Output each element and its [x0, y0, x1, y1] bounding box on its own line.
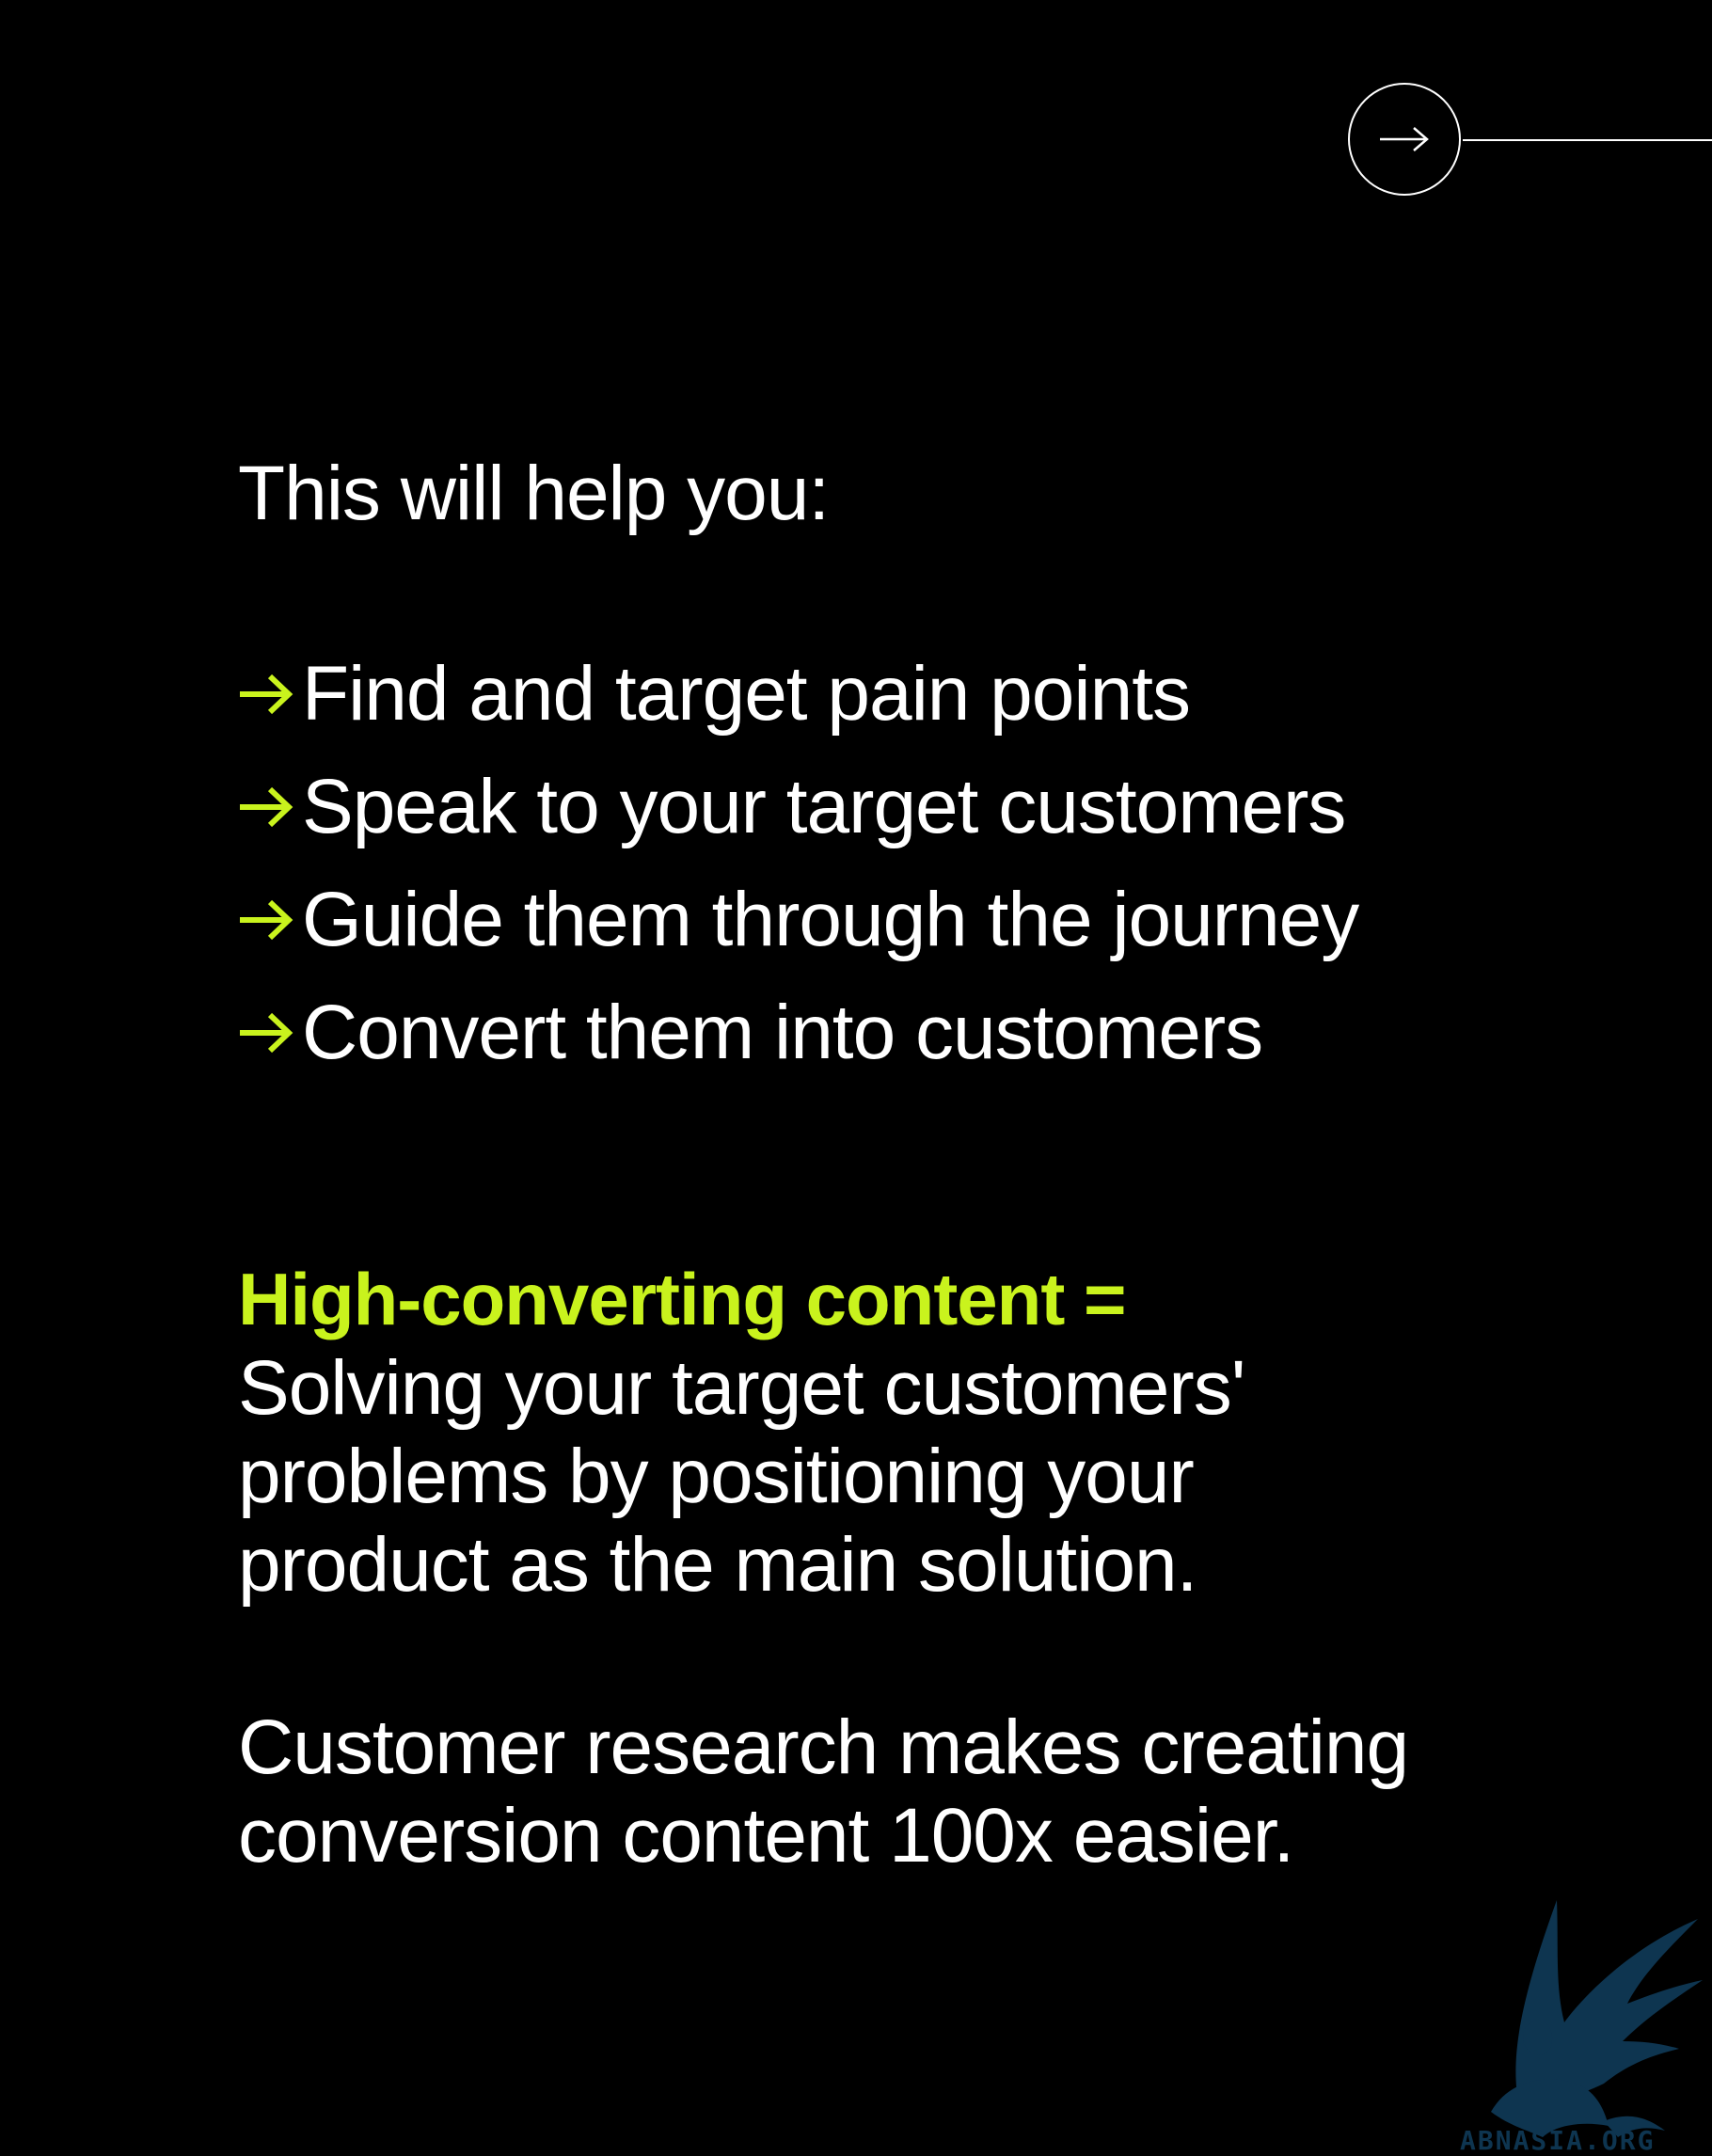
slide-content: This will help you: Find and target pain… [238, 442, 1555, 1880]
closing-statement: Customer research makes creating convers… [238, 1704, 1409, 1879]
griffin-logo-icon [1491, 1900, 1703, 2137]
arrow-right-icon [238, 1009, 302, 1056]
list-item: Speak to your target customers [238, 751, 1555, 864]
arrow-right-icon [238, 671, 302, 718]
list-item: Find and target pain points [238, 638, 1555, 751]
arrow-right-icon [238, 784, 302, 831]
list-item: Guide them through the journey [238, 864, 1555, 976]
list-item-text: Find and target pain points [302, 651, 1191, 737]
arrow-right-icon [238, 896, 302, 943]
progress-line [1463, 139, 1712, 141]
next-slide-button[interactable] [1348, 83, 1461, 196]
arrow-right-icon [1380, 127, 1429, 151]
intro-heading: This will help you: [238, 451, 830, 536]
equation-block: High-converting content = Solving your t… [238, 1254, 1555, 1609]
list-item: Convert them into customers [238, 976, 1555, 1089]
list-item-text: Convert them into customers [302, 990, 1263, 1075]
list-item-text: Guide them through the journey [302, 877, 1359, 962]
equation-text: Solving your target customers' problems … [238, 1345, 1245, 1608]
benefit-list: Find and target pain points Speak to you… [238, 638, 1555, 1089]
list-item-text: Speak to your target customers [302, 764, 1346, 849]
equation-title: High-converting content = [238, 1258, 1127, 1340]
